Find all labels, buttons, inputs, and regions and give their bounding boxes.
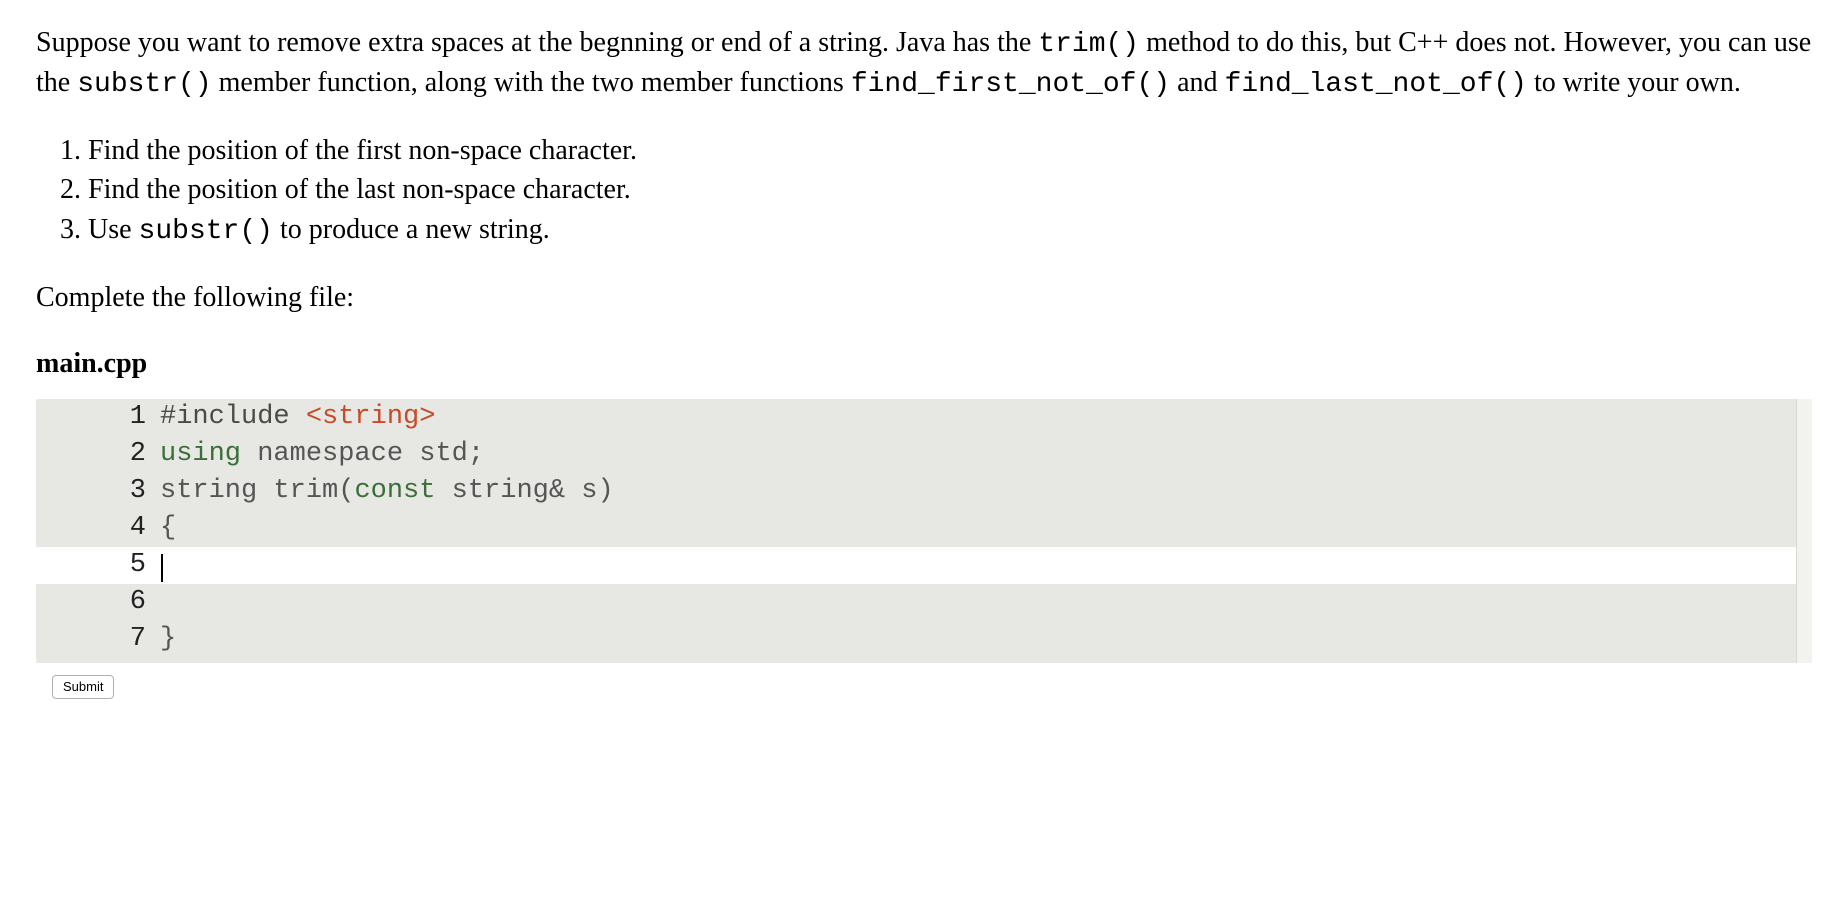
code-content — [160, 585, 1812, 620]
step-1: Find the position of the first non-space… — [88, 132, 1812, 170]
line-number: 2 — [36, 437, 160, 472]
line-number: 3 — [36, 474, 160, 509]
intro-text-5: to write your own. — [1527, 67, 1741, 98]
token-header: <string> — [306, 402, 436, 432]
token-namespace: namespace std; — [241, 439, 484, 469]
intro-text-4: and — [1170, 67, 1224, 98]
code-line-5-editable[interactable]: 5 — [36, 547, 1812, 584]
code-content: } — [160, 622, 1812, 657]
code-line-3: 3 string trim(const string& s) — [36, 473, 1812, 510]
code-content: #include <string> — [160, 400, 1812, 435]
code-content: string trim(const string& s) — [160, 474, 1812, 509]
complete-instruction: Complete the following file: — [36, 279, 1812, 317]
line-number: 5 — [36, 548, 160, 583]
code-content: { — [160, 511, 1812, 546]
step-3-code: substr() — [139, 216, 273, 247]
token-const: const — [354, 476, 435, 506]
code-find-first-not-of: find_first_not_of() — [851, 69, 1170, 100]
code-substr: substr() — [77, 69, 211, 100]
steps-list: Find the position of the first non-space… — [36, 132, 1812, 251]
line-number: 7 — [36, 622, 160, 657]
text-cursor — [161, 554, 163, 582]
code-input[interactable] — [160, 548, 1812, 583]
intro-text-1: Suppose you want to remove extra spaces … — [36, 27, 1038, 58]
code-line-2: 2 using namespace std; — [36, 436, 1812, 473]
step-3a: Use — [88, 214, 139, 245]
code-content: using namespace std; — [160, 437, 1812, 472]
code-find-last-not-of: find_last_not_of() — [1225, 69, 1527, 100]
token-include: #include — [160, 402, 306, 432]
token-decl: string trim( — [160, 476, 354, 506]
line-number: 6 — [36, 585, 160, 620]
code-trim: trim() — [1038, 29, 1139, 60]
step-3: Use substr() to produce a new string. — [88, 211, 1812, 251]
line-number: 1 — [36, 400, 160, 435]
intro-text-3: member function, along with the two memb… — [212, 67, 851, 98]
line-number: 4 — [36, 511, 160, 546]
code-editor[interactable]: 1 #include <string> 2 using namespace st… — [36, 399, 1812, 664]
submit-button[interactable]: Submit — [52, 675, 114, 699]
token-param: string& s) — [435, 476, 613, 506]
step-2: Find the position of the last non-space … — [88, 171, 1812, 209]
code-line-7: 7 } — [36, 621, 1812, 663]
step-3b: to produce a new string. — [273, 214, 550, 245]
code-line-6: 6 — [36, 584, 1812, 621]
code-line-4: 4 { — [36, 510, 1812, 547]
filename-label: main.cpp — [36, 345, 1812, 383]
problem-intro: Suppose you want to remove extra spaces … — [36, 24, 1812, 104]
code-line-1: 1 #include <string> — [36, 399, 1812, 436]
token-using: using — [160, 439, 241, 469]
